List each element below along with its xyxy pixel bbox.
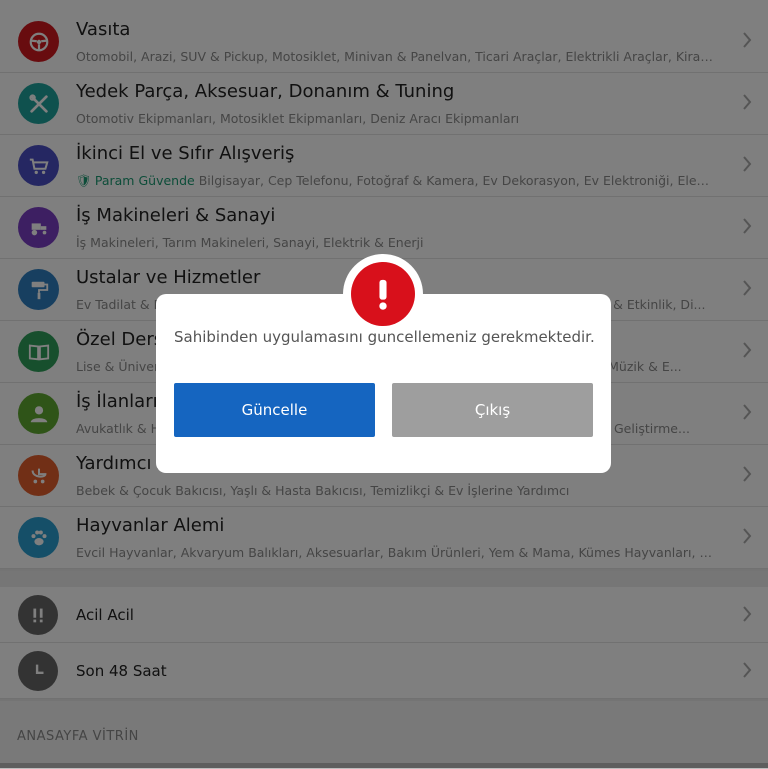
update-button[interactable]: Güncelle bbox=[174, 383, 375, 437]
exit-button[interactable]: Çıkış bbox=[392, 383, 593, 437]
exclamation-icon bbox=[351, 262, 415, 326]
alert-badge bbox=[343, 254, 423, 334]
